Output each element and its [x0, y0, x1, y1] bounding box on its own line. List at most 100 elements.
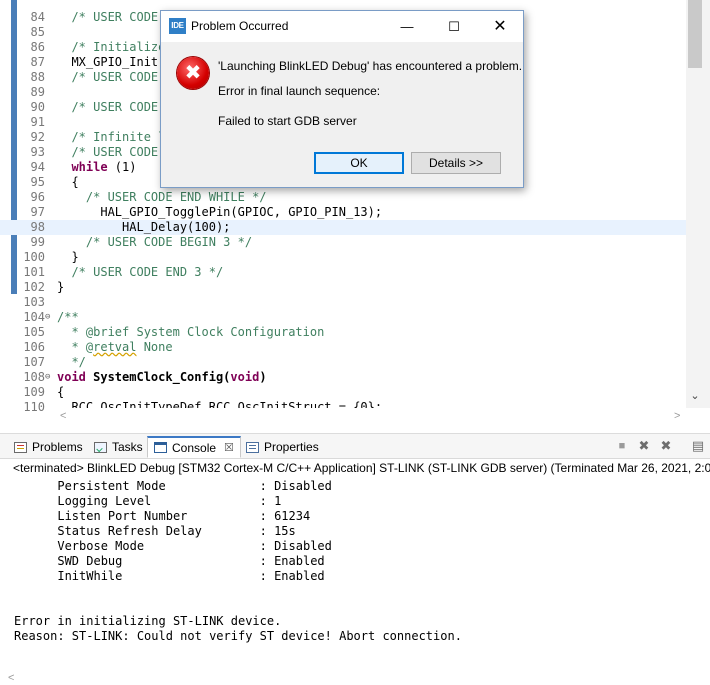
fold-toggle-icon[interactable]: ⊖: [45, 370, 55, 385]
editor-scroll-thumb[interactable]: [688, 0, 702, 68]
line-number: 89: [30, 85, 45, 99]
close-button[interactable]: ✕: [477, 11, 523, 42]
line-number: 100: [23, 250, 45, 264]
code-text: while (1): [71, 160, 137, 174]
line-number: 84: [30, 10, 45, 24]
error-sub-message: Error in final launch sequence:: [218, 84, 381, 98]
error-icon: ✖: [177, 57, 209, 89]
line-number: 92: [30, 130, 45, 144]
console-output[interactable]: Persistent Mode : Disabled Logging Level…: [14, 479, 710, 644]
view-menu-icon[interactable]: ▤: [690, 438, 706, 454]
console-line: Reason: ST-LINK: Could not verify ST dev…: [14, 629, 462, 643]
ok-button[interactable]: OK: [314, 152, 404, 174]
properties-icon: [246, 441, 259, 453]
line-number: 105: [23, 325, 45, 339]
console-line: Error in initializing ST-LINK device.: [14, 614, 282, 628]
line-number: 91: [30, 115, 45, 129]
code-token: SystemClock_Config(: [85, 370, 231, 384]
line-number: 102: [23, 280, 45, 294]
scroll-down-arrow-icon[interactable]: ⌄: [688, 388, 702, 404]
tab-console[interactable]: Console ☒: [147, 436, 241, 458]
error-detail: Failed to start GDB server: [218, 114, 357, 128]
line-number: 107: [23, 355, 45, 369]
scroll-left-arrow-icon[interactable]: <: [60, 408, 66, 424]
dialog-title: Problem Occurred: [191, 19, 289, 33]
tab-tasks[interactable]: Tasks: [88, 436, 149, 458]
line-number: 104: [23, 310, 45, 324]
console-line: Verbose Mode : Disabled: [14, 539, 332, 553]
line-number: 86: [30, 40, 45, 54]
tab-label: Properties: [264, 440, 319, 454]
tab-problems[interactable]: Problems: [8, 436, 89, 458]
line-number: 85: [30, 25, 45, 39]
code-text: /**: [57, 310, 79, 324]
scroll-right-arrow-icon[interactable]: >: [674, 408, 680, 424]
scroll-left-arrow-icon[interactable]: <: [8, 670, 14, 685]
code-line[interactable]: 109 {: [0, 385, 686, 400]
code-line[interactable]: 99 /* USER CODE BEGIN 3 */: [0, 235, 686, 250]
code-text: void SystemClock_Config(void): [57, 370, 267, 385]
dialog-title-bar[interactable]: IDE Problem Occurred — ☐ ✕: [161, 11, 523, 42]
terminate-icon[interactable]: ■: [614, 438, 630, 454]
code-text: HAL_Delay(100);: [57, 220, 231, 234]
line-number: 95: [30, 175, 45, 189]
code-line[interactable]: 101 /* USER CODE END 3 */: [0, 265, 686, 280]
code-text: HAL_GPIO_TogglePin(GPIOC, GPIO_PIN_13);: [57, 205, 383, 219]
console-view: Problems Tasks Console ☒ Properties ■ ✖ …: [0, 433, 710, 685]
code-line[interactable]: 107 */: [0, 355, 686, 370]
code-line[interactable]: 97 HAL_GPIO_TogglePin(GPIOC, GPIO_PIN_13…: [0, 205, 686, 220]
line-number: 99: [30, 235, 45, 249]
console-horizontal-scrollbar[interactable]: <: [0, 670, 710, 685]
console-line: Status Refresh Delay : 15s: [14, 524, 296, 538]
tab-properties[interactable]: Properties: [240, 436, 325, 458]
problems-icon: [14, 441, 27, 453]
line-number: 88: [30, 70, 45, 84]
maximize-button[interactable]: ☐: [431, 11, 477, 42]
minimize-button[interactable]: —: [384, 11, 430, 42]
code-line[interactable]: 96 /* USER CODE END WHILE */: [0, 190, 686, 205]
line-number: 103: [23, 295, 45, 309]
editor-vertical-scrollbar[interactable]: ⌄: [686, 0, 710, 408]
code-line[interactable]: 106 * @retval None: [0, 340, 686, 355]
tab-label: Console: [172, 440, 217, 455]
remove-launch-icon[interactable]: ✖: [636, 438, 652, 454]
view-tab-bar: Problems Tasks Console ☒ Properties ■ ✖ …: [0, 434, 710, 459]
console-line: Persistent Mode : Disabled: [14, 479, 332, 493]
editor-horizontal-scrollbar[interactable]: < >: [52, 408, 688, 424]
code-line[interactable]: 100 }: [0, 250, 686, 265]
code-text: /* USER CODE END 3 */: [57, 265, 224, 279]
tasks-icon: [94, 441, 107, 453]
line-number: 87: [30, 55, 45, 69]
code-line[interactable]: 104 ⊖/**: [0, 310, 686, 325]
line-number: 90: [30, 100, 45, 114]
code-text: /* Initialize: [57, 40, 166, 54]
console-process-status: <terminated> BlinkLED Debug [STM32 Corte…: [13, 461, 710, 475]
code-line[interactable]: 105 * @brief System Clock Configuration: [0, 325, 686, 340]
code-text: MX_GPIO_Init(: [57, 55, 166, 69]
code-text: * @retval None: [57, 340, 173, 354]
line-number: 97: [30, 205, 45, 219]
code-line[interactable]: 102}: [0, 280, 686, 295]
fold-toggle-icon[interactable]: ⊖: [45, 310, 55, 325]
keyword: while: [71, 160, 108, 174]
code-line[interactable]: 103: [0, 295, 686, 310]
remove-all-terminated-icon[interactable]: ✖: [658, 438, 674, 454]
line-number: 94: [30, 160, 45, 174]
spelling-warning[interactable]: retval: [93, 340, 136, 354]
code-line[interactable]: 108 ⊖ void SystemClock_Config(void): [0, 370, 686, 385]
code-text: {: [57, 385, 65, 399]
keyword: void: [57, 370, 86, 384]
console-line: InitWhile : Enabled: [14, 569, 325, 583]
code-text: /* Infinite l: [57, 130, 166, 144]
console-line: Listen Port Number : 61234: [14, 509, 311, 523]
code-line[interactable]: 98 HAL_Delay(100);: [0, 220, 686, 235]
code-text: */: [57, 355, 86, 369]
code-text: /* USER CODE: [57, 10, 159, 24]
console-line: Logging Level : 1: [14, 494, 282, 508]
close-console-tab-icon[interactable]: ☒: [224, 441, 234, 454]
ide-window: 84 /* USER CODE 85 86 /* Initialize 87 MX_G…: [0, 0, 710, 685]
details-button[interactable]: Details >>: [411, 152, 501, 174]
code-token: ): [259, 370, 267, 384]
line-number: 93: [30, 145, 45, 159]
